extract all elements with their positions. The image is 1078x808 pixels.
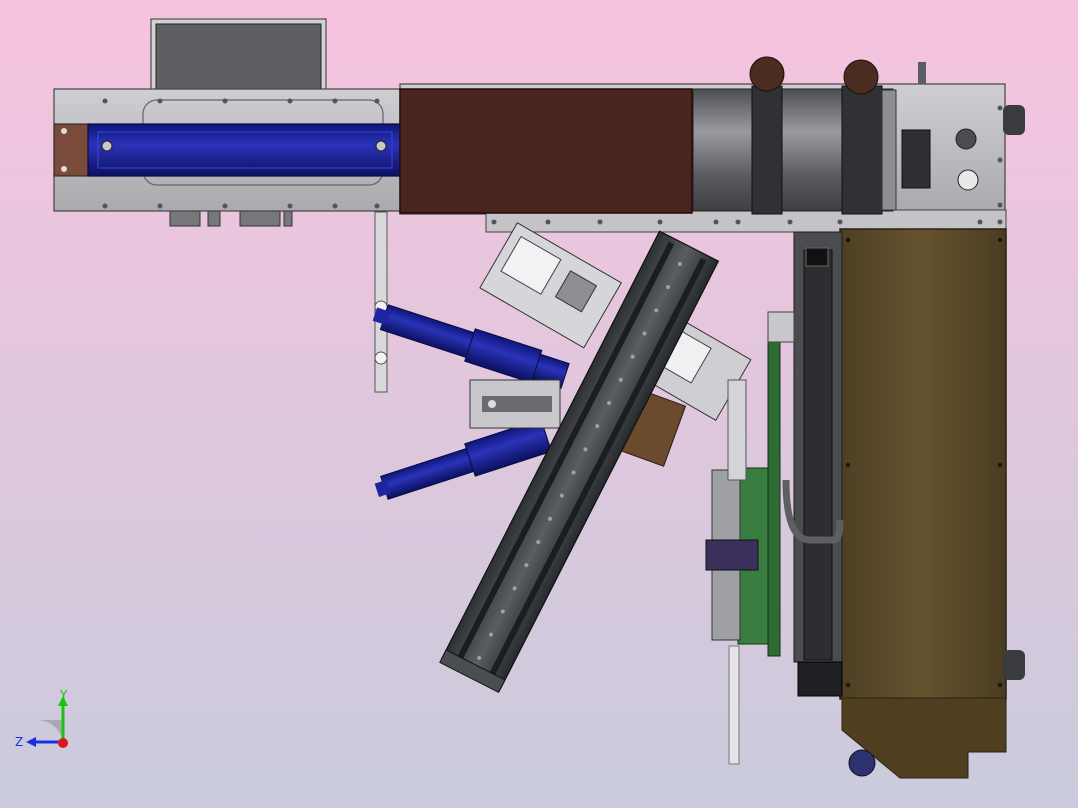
y-axis-label: Y — [59, 688, 68, 702]
mounting-hole — [222, 203, 228, 209]
mounting-hole — [545, 219, 551, 225]
mounting-hole — [787, 219, 793, 225]
mounting-hole — [845, 682, 851, 688]
mounting-hole — [845, 462, 851, 468]
vertical-column[interactable] — [782, 231, 844, 697]
horizontal-pneumatic-cylinder[interactable] — [53, 123, 401, 177]
mounting-hole — [837, 219, 843, 225]
mounting-hole — [157, 98, 163, 104]
mounting-hole — [102, 98, 108, 104]
mounting-hole — [287, 203, 293, 209]
mounting-hole — [332, 98, 338, 104]
brown-cover-block[interactable] — [399, 88, 693, 214]
clamp-block[interactable] — [469, 379, 561, 429]
motor-knob-left[interactable] — [749, 56, 785, 92]
mounting-hole — [491, 219, 497, 225]
motor-knob-right[interactable] — [843, 59, 879, 95]
mounting-hole — [374, 98, 380, 104]
mounting-hole — [157, 203, 163, 209]
mounting-hole — [713, 219, 719, 225]
mounting-hole — [997, 157, 1003, 163]
assembly-scene[interactable]: Y Z — [0, 0, 1078, 808]
mounting-hole — [997, 105, 1003, 111]
vertical-guide-rod[interactable] — [374, 211, 388, 393]
mounting-hole — [997, 237, 1003, 243]
mounting-hole — [287, 98, 293, 104]
mounting-hole — [374, 203, 380, 209]
mounting-hole — [332, 203, 338, 209]
mounting-hole — [657, 219, 663, 225]
olive-enclosure[interactable] — [839, 228, 1025, 779]
mounting-hole — [997, 462, 1003, 468]
mounting-hole — [102, 203, 108, 209]
z-axis-label: Z — [15, 735, 23, 749]
mounting-hole — [977, 219, 983, 225]
mounting-hole — [222, 98, 228, 104]
x-axis-origin — [58, 738, 68, 748]
mounting-hole — [997, 202, 1003, 208]
cad-viewport[interactable]: Y Z — [0, 0, 1078, 808]
mounting-hole — [735, 219, 741, 225]
mounting-hole — [997, 219, 1003, 225]
mounting-hole — [845, 237, 851, 243]
mounting-hole — [997, 682, 1003, 688]
mounting-hole — [597, 219, 603, 225]
